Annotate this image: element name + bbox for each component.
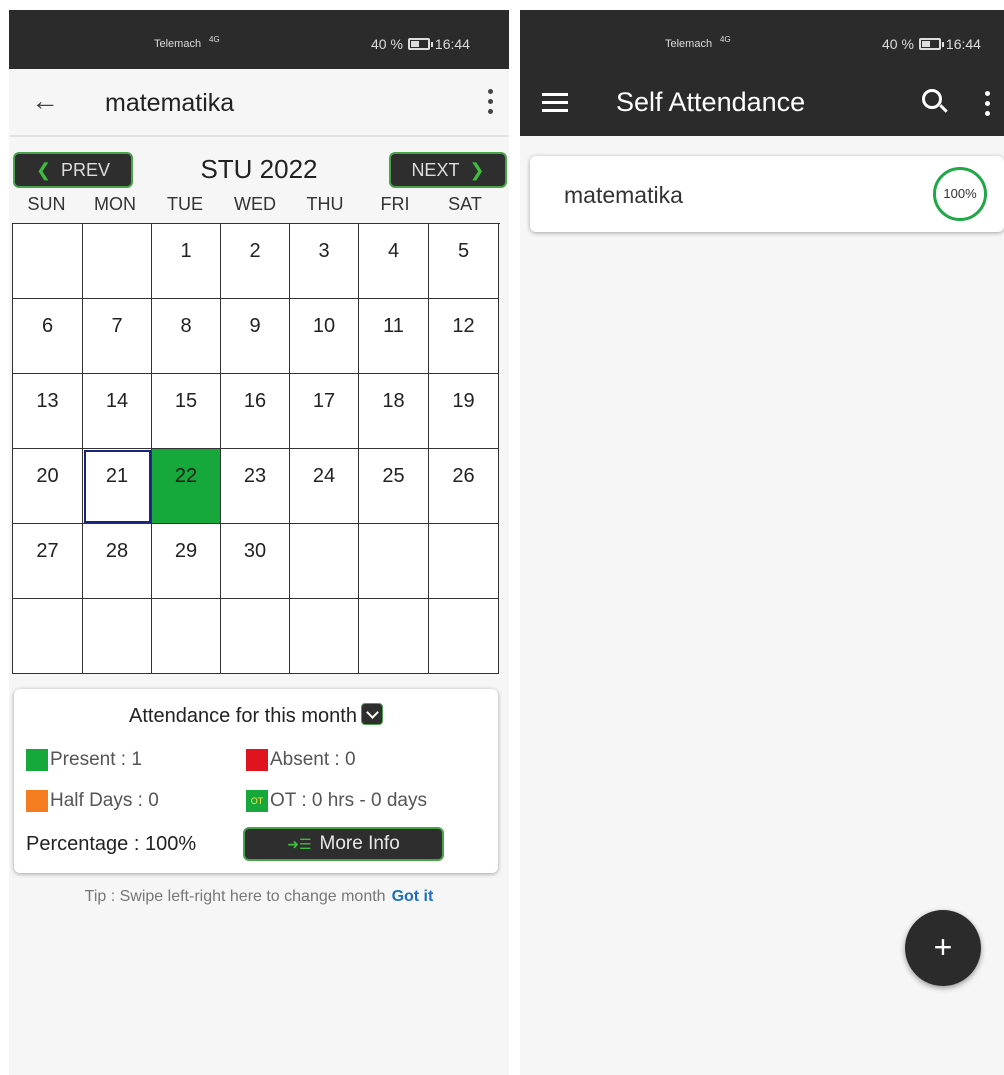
day-cell[interactable]: 17 (290, 374, 359, 449)
overflow-menu-icon[interactable] (985, 91, 990, 121)
back-arrow-icon[interactable]: ← (31, 85, 59, 117)
search-icon[interactable] (922, 89, 942, 109)
absent-swatch (246, 749, 268, 771)
day-cell[interactable]: 7 (83, 299, 152, 374)
day-cell[interactable]: 15 (152, 374, 221, 449)
legend-ot: OT OT : 0 hrs - 0 days (246, 790, 427, 812)
attendance-percent-ring: 100% (933, 167, 987, 221)
empty-day-cell (221, 599, 290, 674)
day-cell[interactable]: 30 (221, 524, 290, 599)
day-cell[interactable]: 11 (359, 299, 429, 374)
more-info-button[interactable]: ➜☰ More Info (243, 827, 444, 861)
empty-day-cell (359, 524, 429, 599)
day-cell[interactable]: 6 (13, 299, 83, 374)
empty-day-cell (429, 599, 499, 674)
legend-absent: Absent : 0 (246, 749, 356, 771)
subject-name: matematika (564, 182, 683, 208)
day-cell[interactable]: 21 (83, 449, 152, 524)
clock: 16:44 (945, 36, 981, 52)
empty-day-cell (83, 599, 152, 674)
day-cell[interactable]: 2 (221, 224, 290, 299)
day-cell[interactable]: 19 (429, 374, 499, 449)
day-cell[interactable]: 28 (83, 524, 152, 599)
day-cell[interactable]: 10 (290, 299, 359, 374)
battery-icon (407, 38, 433, 50)
ot-badge: OT (246, 790, 268, 812)
present-count: Present : 1 (50, 749, 142, 770)
legend-half-days: Half Days : 0 (26, 790, 159, 812)
day-cell[interactable]: 22 (152, 449, 221, 524)
calendar-grid: 1 2 3 4 5 6 7 8 9 10 11 12 13 14 15 16 17 18 19 20 21 22 23 24 2… (12, 223, 500, 674)
menu-icon[interactable] (542, 93, 568, 117)
next-label: NEXT (411, 159, 460, 180)
ot-count: OT : 0 hrs - 0 days (270, 790, 427, 811)
empty-day-cell (13, 599, 83, 674)
day-cell[interactable]: 26 (429, 449, 499, 524)
day-cell[interactable]: 18 (359, 374, 429, 449)
day-cell[interactable]: 1 (152, 224, 221, 299)
empty-day-cell (290, 599, 359, 674)
status-bar: Telemach 4G 40 % 16:44 (9, 10, 509, 69)
empty-day-cell (429, 524, 499, 599)
more-info-label: More Info (319, 833, 400, 854)
empty-day-cell (83, 224, 152, 299)
half-day-swatch (26, 790, 48, 812)
summary-heading-text: Attendance for this month (129, 705, 357, 727)
day-cell[interactable]: 8 (152, 299, 221, 374)
app-bar: Self Attendance (520, 69, 1004, 136)
subject-card[interactable]: matematika 100% (530, 156, 1004, 232)
chevron-right-icon: ❯ (469, 159, 485, 180)
day-cell[interactable]: 12 (429, 299, 499, 374)
page-title: Self Attendance (616, 87, 806, 117)
day-cell[interactable]: 4 (359, 224, 429, 299)
empty-day-cell (290, 524, 359, 599)
percentage-label: Percentage : 100% (26, 833, 197, 855)
next-month-button[interactable]: NEXT ❯ (389, 152, 507, 188)
signal-icon: 4G (209, 35, 220, 44)
summary-heading: Attendance for this month (14, 703, 498, 728)
day-cell[interactable]: 29 (152, 524, 221, 599)
day-cell[interactable]: 5 (429, 224, 499, 299)
chevron-down-icon[interactable] (360, 703, 383, 725)
legend-present: Present : 1 (26, 749, 142, 771)
overflow-menu-icon[interactable] (485, 89, 495, 119)
day-cell[interactable]: 23 (221, 449, 290, 524)
subject-list-screen: Telemach 4G 40 % 16:44 Self Attendance m… (520, 10, 1004, 1075)
empty-day-cell (13, 224, 83, 299)
swipe-tip: Tip : Swipe left-right here to change mo… (9, 888, 509, 906)
got-it-link[interactable]: Got it (392, 888, 434, 905)
day-cell[interactable]: 3 (290, 224, 359, 299)
day-cell[interactable]: 20 (13, 449, 83, 524)
absent-count: Absent : 0 (270, 749, 356, 770)
add-subject-button[interactable]: + (905, 910, 981, 986)
signal-icon: 4G (720, 35, 731, 44)
day-cell[interactable]: 9 (221, 299, 290, 374)
status-right: 40 % 16:44 (371, 36, 470, 52)
status-bar: Telemach 4G 40 % 16:44 (520, 10, 1004, 69)
present-swatch (26, 749, 48, 771)
carrier-label: Telemach (665, 38, 713, 50)
battery-percent: 40 % (371, 36, 403, 52)
status-right: 40 % 16:44 (882, 36, 981, 52)
month-navigation: ❮ PREV STU 2022 NEXT ❯ (9, 152, 509, 200)
page-title: matematika (105, 89, 235, 117)
empty-day-cell (152, 599, 221, 674)
day-cell[interactable]: 16 (221, 374, 290, 449)
day-cell[interactable]: 27 (13, 524, 83, 599)
carrier-label: Telemach (154, 38, 202, 50)
day-cell[interactable]: 13 (13, 374, 83, 449)
day-cell[interactable]: 24 (290, 449, 359, 524)
battery-percent: 40 % (882, 36, 914, 52)
app-bar: ← matematika (9, 69, 509, 137)
list-arrow-icon: ➜☰ (287, 835, 312, 852)
day-cell[interactable]: 25 (359, 449, 429, 524)
clock: 16:44 (434, 36, 470, 52)
subject-calendar-screen: Telemach 4G 40 % 16:44 ← matematika ❮ PR… (9, 10, 509, 1075)
day-cell[interactable]: 14 (83, 374, 152, 449)
empty-day-cell (359, 599, 429, 674)
tip-text: Tip : Swipe left-right here to change mo… (84, 888, 386, 905)
battery-icon (918, 38, 944, 50)
half-days-count: Half Days : 0 (50, 790, 159, 811)
attendance-summary-card: Attendance for this month Present : 1 Ab… (14, 689, 498, 873)
